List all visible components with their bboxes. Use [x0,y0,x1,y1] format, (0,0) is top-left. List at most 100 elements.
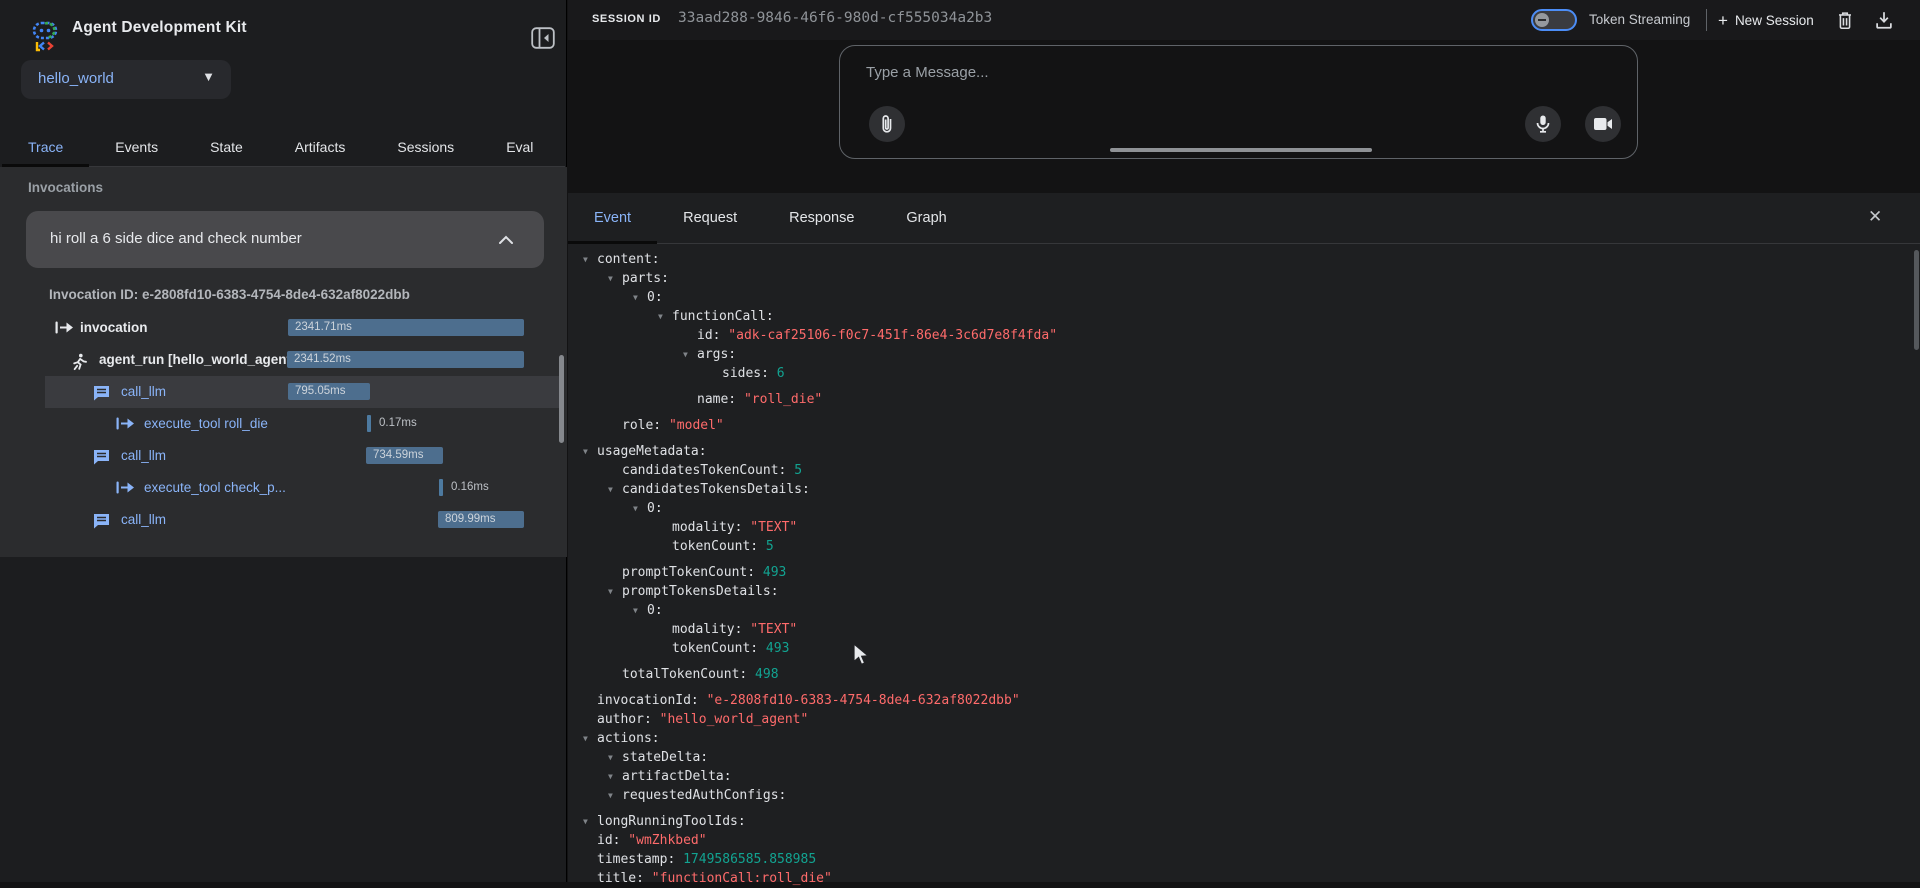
attach-file-button[interactable] [869,106,905,142]
expand-triangle-icon[interactable]: ▼ [583,250,597,269]
json-value: "adk-caf25106-f0c7-451f-86e4-3c6d7e8f4fd… [720,328,1057,343]
json-key: args: [697,347,736,362]
json-line-parts: ▼parts: [608,269,1903,288]
json-key: promptTokenCount: [622,565,755,580]
expand-triangle-icon[interactable]: ▼ [583,812,597,831]
invocation-id: Invocation ID: e-2808fd10-6383-4754-8de4… [49,287,410,302]
json-line-title: title: "functionCall:roll_die" [597,869,1903,888]
expand-triangle-icon[interactable]: ▼ [683,345,697,364]
detail-tab-event[interactable]: Event [568,193,657,243]
invocations-label: Invocations [28,180,103,195]
expand-triangle-icon[interactable]: ▼ [608,269,622,288]
chat-icon [93,385,115,403]
tab-events[interactable]: Events [89,128,184,166]
json-line-0: ▼0: [633,601,1903,620]
panel-resize-handle[interactable] [1110,148,1372,152]
expand-triangle-icon[interactable]: ▼ [608,748,622,767]
trace-span-row[interactable]: call_llm734.59ms [0,440,567,472]
expand-triangle-icon[interactable]: ▼ [608,480,622,499]
json-key: candidatesTokenCount: [622,463,786,478]
trace-span-row[interactable]: call_llm795.05ms [0,376,567,408]
json-value: 5 [786,463,802,478]
json-value: "TEXT" [742,622,797,637]
invocation-prompt-card[interactable]: hi roll a 6 side dice and check number [26,211,544,268]
json-line-actions: ▼actions: [583,729,1903,748]
detail-tab-request[interactable]: Request [657,193,763,243]
tab-sessions[interactable]: Sessions [371,128,480,166]
json-value: "wmZhkbed" [620,833,706,848]
json-key: id: [597,833,620,848]
json-key: 0: [647,603,663,618]
json-value: "model" [661,418,724,433]
json-key: title: [597,871,644,886]
expand-triangle-icon[interactable]: ▼ [633,499,647,518]
detail-tab-response[interactable]: Response [763,193,880,243]
sidebar-tabs: TraceEventsStateArtifactsSessionsEval [2,128,565,167]
pipe-arrow-icon [116,481,138,499]
message-input[interactable] [866,64,1466,81]
video-button[interactable] [1585,106,1621,142]
trace-duration-label: 0.17ms [379,417,417,429]
trace-panel: Invocations hi roll a 6 side dice and ch… [0,167,567,557]
json-value: 493 [755,565,786,580]
json-line-artifactDelta: ▼artifactDelta: [608,767,1903,786]
expand-triangle-icon[interactable]: ▼ [633,288,647,307]
chevron-up-icon[interactable] [496,230,516,250]
tab-eval[interactable]: Eval [480,128,559,166]
json-value: "hello_world_agent" [652,712,809,727]
json-value: "functionCall:roll_die" [644,871,832,886]
token-streaming-toggle[interactable] [1531,9,1577,31]
json-line-author: author: "hello_world_agent" [597,710,1903,729]
trace-span-label: execute_tool check_p... [144,480,286,495]
trace-span-row[interactable]: agent_run [hello_world_agent]2341.52ms [0,344,567,376]
json-key: totalTokenCount: [622,667,747,682]
trace-span-row[interactable]: execute_tool check_p...0.16ms [0,472,567,504]
detail-tab-graph[interactable]: Graph [880,193,972,243]
json-key: longRunningToolIds: [597,814,746,829]
json-value: 498 [747,667,778,682]
trace-duration-tick [439,479,443,496]
trace-span-row[interactable]: execute_tool roll_die0.17ms [0,408,567,440]
trace-span-label: invocation [80,320,148,335]
json-line-promptTokensDetails: ▼promptTokensDetails: [608,582,1903,601]
expand-triangle-icon[interactable]: ▼ [658,307,672,326]
json-value: 5 [758,539,774,554]
sidebar-scrollbar[interactable] [559,355,564,443]
json-key: role: [622,418,661,433]
json-line-name: name: "roll_die" [697,390,1903,409]
new-session-button[interactable]: +New Session [1718,11,1814,31]
json-line-modality: modality: "TEXT" [672,620,1903,639]
main-panel: SESSION ID 33aad288-9846-46f6-980d-cf555… [568,0,1920,882]
json-line-content: ▼content: [583,250,1903,269]
json-line-functionCall: ▼functionCall: [658,307,1903,326]
tab-artifacts[interactable]: Artifacts [269,128,372,166]
tab-state[interactable]: State [184,128,269,166]
trace-duration-bar: 2341.71ms [288,319,524,336]
tab-trace[interactable]: Trace [2,128,89,166]
json-line-role: role: "model" [622,416,1903,435]
expand-triangle-icon[interactable]: ▼ [633,601,647,620]
trace-span-row[interactable]: invocation 2341.71ms [0,312,567,344]
json-key: 0: [647,501,663,516]
download-icon[interactable] [1873,9,1895,31]
trace-duration-bar: 2341.52ms [287,351,524,368]
agent-select-dropdown[interactable]: hello_world ▼ [21,60,231,99]
trace-span-row[interactable]: call_llm809.99ms [0,504,567,536]
json-line-timestamp: timestamp: 1749586585.858985 [597,850,1903,869]
session-bar: SESSION ID 33aad288-9846-46f6-980d-cf555… [568,0,1920,40]
collapse-sidebar-icon[interactable] [531,27,555,49]
detail-tabs: EventRequestResponseGraph [568,193,1920,244]
mic-button[interactable] [1525,106,1561,142]
json-key: usageMetadata: [597,444,707,459]
expand-triangle-icon[interactable]: ▼ [608,582,622,601]
expand-triangle-icon[interactable]: ▼ [608,786,622,805]
json-line-0: ▼0: [633,499,1903,518]
trash-icon[interactable] [1834,9,1856,31]
close-icon[interactable]: ✕ [1868,207,1882,227]
expand-triangle-icon[interactable]: ▼ [583,442,597,461]
expand-triangle-icon[interactable]: ▼ [583,729,597,748]
json-key: actions: [597,731,660,746]
detail-scrollbar[interactable] [1914,250,1919,350]
expand-triangle-icon[interactable]: ▼ [608,767,622,786]
json-key: stateDelta: [622,750,708,765]
